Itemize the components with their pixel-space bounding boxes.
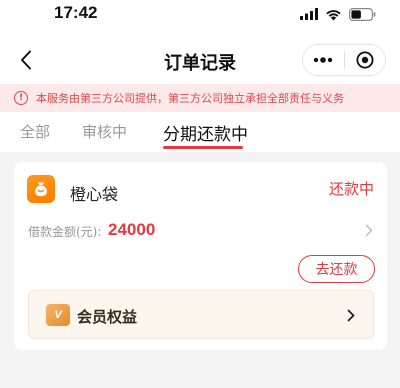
order-status: 还款中: [328, 180, 374, 198]
chevron-right-icon: [345, 307, 357, 323]
loan-amount-label: 借款金额(元):: [28, 225, 102, 239]
order-card[interactable]: 橙心袋 还款中 借款金额(元): 24000 去还款 V 会员权益: [14, 162, 387, 350]
member-benefits-entry[interactable]: V 会员权益: [28, 290, 374, 339]
notice-text: 本服务由第三方公司提供，第三方公司独立承担全部责任与义务: [36, 92, 344, 105]
more-dots-icon: [314, 57, 333, 63]
chevron-right-icon[interactable]: [363, 222, 375, 238]
notice-banner: ! 本服务由第三方公司提供，第三方公司独立承担全部责任与义务: [0, 84, 400, 112]
status-bar: 17:42: [0, 0, 400, 28]
status-time: 17:42: [54, 3, 98, 22]
order-tabs: 全部 审核中 分期还款中: [0, 112, 400, 152]
more-button[interactable]: [303, 45, 344, 75]
member-benefits-label: 会员权益: [77, 308, 138, 326]
repay-button[interactable]: 去还款: [298, 255, 375, 283]
money-bag-icon: [27, 175, 55, 203]
nav-bar: 订单记录: [0, 40, 400, 80]
cellular-signal-icon: [300, 8, 318, 20]
loan-amount-value: 24000: [108, 220, 156, 239]
target-circle-icon: [356, 51, 374, 69]
battery-icon: [349, 7, 376, 21]
lender-name: 橙心袋: [70, 185, 119, 204]
alert-circle-icon: !: [14, 91, 28, 105]
active-tab-indicator: [163, 146, 243, 149]
tab-all[interactable]: 全部: [20, 121, 50, 142]
vip-icon: V: [46, 304, 70, 326]
close-mini-program-button[interactable]: [344, 45, 385, 75]
status-icons: [300, 6, 376, 22]
tab-installment-repaying[interactable]: 分期还款中: [163, 120, 248, 145]
mini-program-capsule: [302, 44, 386, 76]
tab-reviewing[interactable]: 审核中: [82, 121, 127, 142]
wifi-icon: [326, 9, 341, 20]
